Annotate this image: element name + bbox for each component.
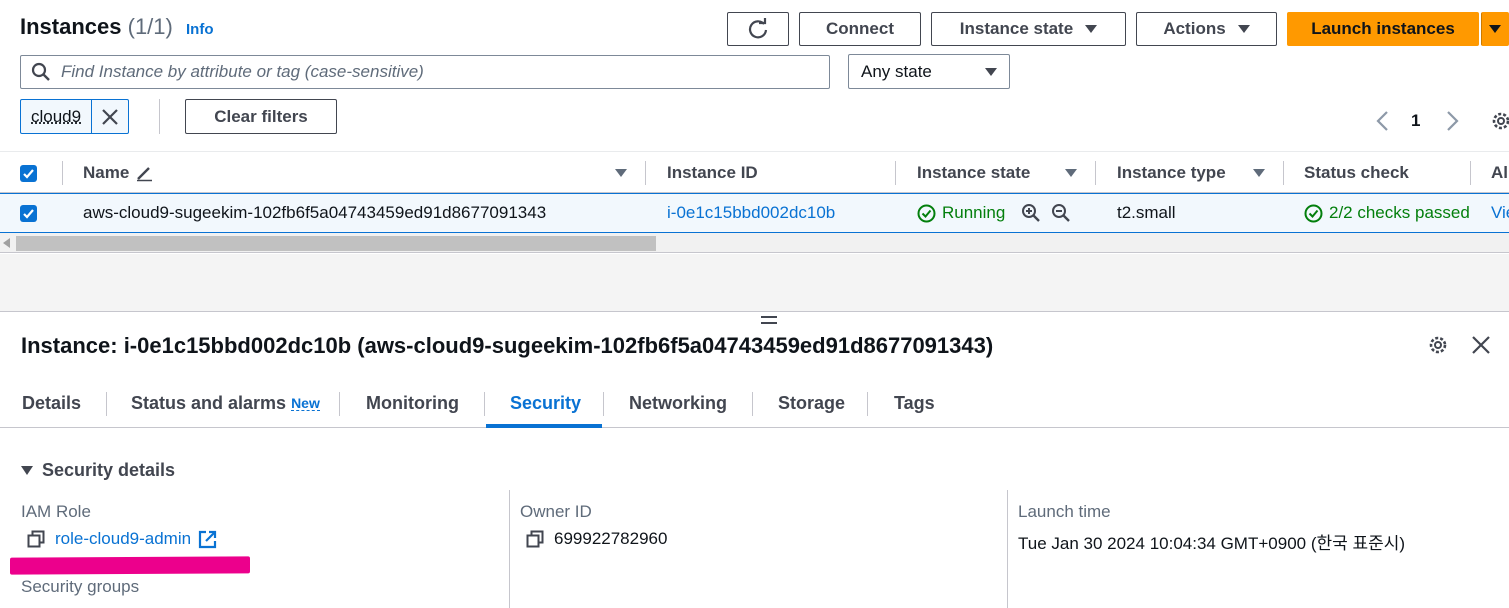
actions-label: Actions bbox=[1163, 19, 1225, 39]
highlight-annotation bbox=[10, 556, 250, 574]
info-link[interactable]: Info bbox=[186, 21, 214, 38]
horizontal-scrollbar[interactable] bbox=[0, 233, 1509, 253]
column-header-instance-id[interactable]: Instance ID bbox=[667, 152, 758, 194]
tab-security[interactable]: Security bbox=[510, 380, 581, 426]
instance-count: (1/1) bbox=[128, 14, 173, 39]
chevron-down-icon bbox=[985, 68, 997, 76]
iam-role-link[interactable]: role-cloud9-admin bbox=[55, 529, 191, 549]
clear-filters-button[interactable]: Clear filters bbox=[185, 99, 337, 134]
iam-role-label: IAM Role bbox=[21, 502, 91, 522]
chevron-down-icon bbox=[1238, 25, 1250, 33]
alarm-link[interactable]: Vie bbox=[1491, 194, 1509, 232]
column-name-label: Name bbox=[83, 163, 129, 183]
column-divider bbox=[1007, 490, 1008, 608]
scrollbar-thumb[interactable] bbox=[16, 236, 656, 251]
instance-type-value: t2.small bbox=[1117, 194, 1176, 232]
tab-monitoring[interactable]: Monitoring bbox=[366, 380, 459, 426]
tab-storage[interactable]: Storage bbox=[778, 380, 845, 426]
tab-details[interactable]: Details bbox=[22, 380, 81, 426]
check-circle-icon bbox=[917, 204, 936, 223]
state-filter-select[interactable]: Any state bbox=[848, 54, 1010, 89]
check-circle-icon bbox=[1304, 204, 1323, 223]
owner-id-label: Owner ID bbox=[520, 502, 592, 522]
edit-icon bbox=[135, 164, 153, 182]
pagination-prev-icon[interactable] bbox=[1375, 110, 1391, 132]
gear-icon[interactable] bbox=[1427, 334, 1449, 356]
close-icon[interactable] bbox=[1471, 335, 1491, 355]
status-check-value: 2/2 checks passed bbox=[1329, 203, 1470, 223]
table-row[interactable]: aws-cloud9-sugeekim-102fb6f5a04743459ed9… bbox=[0, 193, 1509, 233]
zoom-in-icon[interactable] bbox=[1021, 194, 1041, 232]
actions-button[interactable]: Actions bbox=[1136, 12, 1277, 46]
filter-token: cloud9 bbox=[20, 99, 129, 134]
split-panel-gap bbox=[0, 254, 1509, 311]
status-check-cell: 2/2 checks passed bbox=[1304, 194, 1470, 232]
instance-state-cell: Running bbox=[917, 194, 1005, 232]
column-header-instance-type[interactable]: Instance type bbox=[1117, 152, 1226, 194]
close-icon[interactable] bbox=[92, 100, 128, 133]
select-all-checkbox[interactable] bbox=[20, 152, 37, 194]
split-panel-divider bbox=[0, 311, 1509, 312]
column-header-name[interactable]: Name bbox=[83, 152, 153, 194]
new-badge: New bbox=[291, 396, 320, 411]
caret-down-icon bbox=[21, 466, 33, 475]
instance-id-link[interactable]: i-0e1c15bbd002dc10b bbox=[667, 194, 835, 232]
instance-state-value: Running bbox=[942, 203, 1005, 223]
filter-token-label: cloud9 bbox=[21, 100, 92, 133]
search-icon bbox=[31, 62, 51, 82]
active-tab-indicator bbox=[486, 424, 602, 428]
copy-icon[interactable] bbox=[526, 530, 544, 548]
iam-role-value: role-cloud9-admin bbox=[27, 529, 217, 549]
state-filter-value: Any state bbox=[861, 62, 932, 82]
tab-status-label: Status and alarms bbox=[131, 393, 286, 414]
connect-button[interactable]: Connect bbox=[799, 12, 921, 46]
sort-icon[interactable] bbox=[615, 169, 627, 177]
sort-icon[interactable] bbox=[1253, 169, 1265, 177]
page-title-text: Instances bbox=[20, 14, 122, 39]
chevron-down-icon bbox=[1489, 25, 1501, 33]
launch-time-label: Launch time bbox=[1018, 502, 1111, 522]
detail-panel-title: Instance: i-0e1c15bbd002dc10b (aws-cloud… bbox=[21, 333, 993, 359]
instance-state-label: Instance state bbox=[960, 19, 1073, 39]
security-details-toggle[interactable]: Security details bbox=[21, 460, 175, 481]
launch-dropdown-button[interactable] bbox=[1481, 12, 1509, 46]
column-divider bbox=[509, 490, 510, 608]
gear-icon[interactable] bbox=[1490, 110, 1509, 132]
column-header-alarm[interactable]: Al bbox=[1491, 152, 1508, 194]
refresh-icon bbox=[747, 18, 769, 40]
column-header-instance-state[interactable]: Instance state bbox=[917, 152, 1030, 194]
owner-id-value-row: 699922782960 bbox=[526, 529, 667, 549]
launch-time-value: Tue Jan 30 2024 10:04:34 GMT+0900 (한국 표준… bbox=[1018, 529, 1405, 554]
chevron-down-icon bbox=[1085, 25, 1097, 33]
search-placeholder: Find Instance by attribute or tag (case-… bbox=[61, 62, 424, 82]
column-header-status-check[interactable]: Status check bbox=[1304, 152, 1409, 194]
launch-instances-button[interactable]: Launch instances bbox=[1287, 12, 1479, 46]
instance-name: aws-cloud9-sugeekim-102fb6f5a04743459ed9… bbox=[83, 194, 546, 232]
refresh-button[interactable] bbox=[727, 12, 789, 46]
pagination-next-icon[interactable] bbox=[1444, 110, 1460, 132]
external-link-icon[interactable] bbox=[198, 530, 217, 549]
tab-status-and-alarms[interactable]: Status and alarms New bbox=[131, 380, 320, 426]
zoom-out-icon[interactable] bbox=[1051, 194, 1071, 232]
tab-tags[interactable]: Tags bbox=[894, 380, 935, 426]
pagination-page[interactable]: 1 bbox=[1411, 111, 1420, 131]
security-groups-label: Security groups bbox=[21, 577, 139, 597]
drag-handle-icon[interactable] bbox=[760, 314, 778, 326]
tab-networking[interactable]: Networking bbox=[629, 380, 727, 426]
scroll-left-icon[interactable] bbox=[3, 238, 11, 248]
divider bbox=[159, 99, 160, 134]
copy-icon[interactable] bbox=[27, 530, 45, 548]
row-checkbox[interactable] bbox=[20, 194, 37, 232]
sort-icon[interactable] bbox=[1065, 169, 1077, 177]
owner-id-value: 699922782960 bbox=[554, 529, 667, 549]
instance-state-button[interactable]: Instance state bbox=[931, 12, 1126, 46]
detail-tabs: Details Status and alarms New Monitoring… bbox=[0, 380, 1509, 428]
table-header: Name Instance ID Instance state Instance… bbox=[0, 151, 1509, 193]
security-details-heading: Security details bbox=[42, 460, 175, 481]
page-title: Instances (1/1) bbox=[20, 14, 173, 40]
search-input[interactable]: Find Instance by attribute or tag (case-… bbox=[20, 55, 830, 89]
